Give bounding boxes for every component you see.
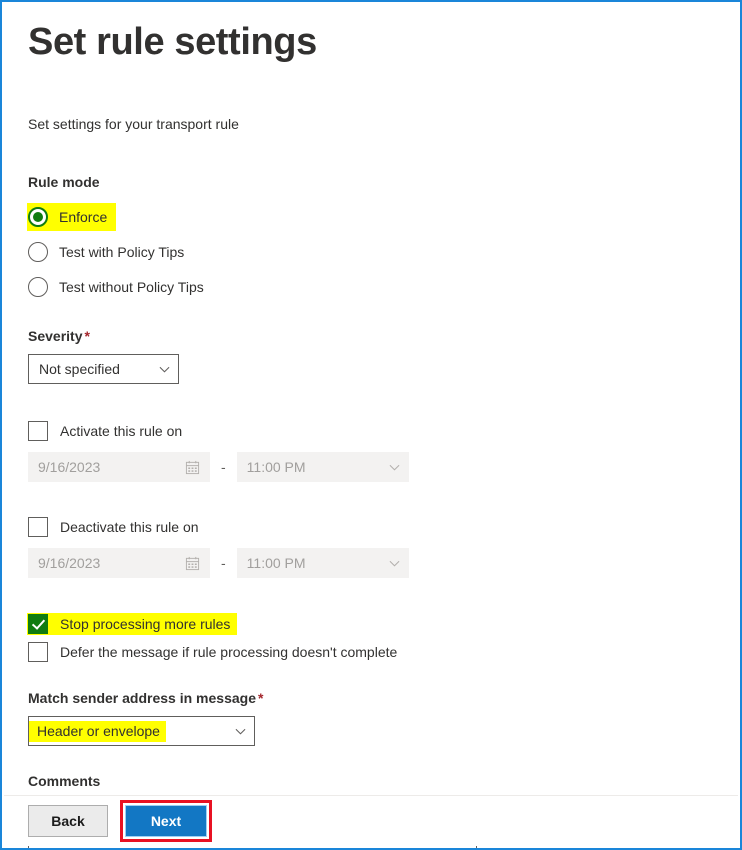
- next-button-annotation: Next: [120, 800, 212, 842]
- next-button[interactable]: Next: [125, 805, 207, 837]
- activate-separator: -: [221, 459, 226, 475]
- severity-label-text: Severity: [28, 328, 83, 344]
- activate-date-value: 9/16/2023: [38, 459, 101, 475]
- radio-icon-unselected: [28, 277, 48, 297]
- activate-time-value: 11:00 PM: [246, 459, 306, 475]
- severity-label: Severity *: [28, 327, 714, 345]
- severity-dropdown[interactable]: Not specified: [28, 354, 179, 384]
- match-sender-dropdown[interactable]: Header or envelope: [28, 716, 255, 746]
- deactivate-time-dropdown[interactable]: 11:00 PM: [236, 548, 409, 578]
- activate-time-dropdown[interactable]: 11:00 PM: [236, 452, 409, 482]
- calendar-icon: [185, 460, 200, 474]
- page-title: Set rule settings: [28, 21, 317, 63]
- deactivate-datetime-row: 9/16/2023 - 11:00 PM: [28, 548, 714, 578]
- deactivate-separator: -: [221, 555, 226, 571]
- checkbox-icon-unchecked: [28, 642, 48, 662]
- radio-icon-selected: [28, 207, 48, 227]
- defer-message-label: Defer the message if rule processing doe…: [60, 644, 398, 660]
- form-content: Set rule settings Set settings for your …: [2, 2, 740, 848]
- severity-value: Not specified: [39, 361, 120, 377]
- comments-label: Comments: [28, 773, 101, 789]
- radio-option-test-with-policy-tips[interactable]: Test with Policy Tips: [28, 239, 192, 265]
- footer-bar: Back Next: [4, 795, 738, 846]
- activate-datetime-row: 9/16/2023 - 11:00 PM: [28, 452, 714, 482]
- activate-rule-label: Activate this rule on: [60, 423, 183, 439]
- chevron-down-icon: [159, 366, 170, 373]
- deactivate-date-input[interactable]: 9/16/2023: [28, 548, 210, 578]
- radio-label-test-with-policy-tips: Test with Policy Tips: [59, 244, 185, 260]
- chevron-down-icon: [235, 728, 246, 735]
- radio-label-enforce: Enforce: [59, 209, 108, 225]
- page-subtitle: Set settings for your transport rule: [28, 116, 239, 132]
- match-sender-label: Match sender address in message *: [28, 689, 714, 707]
- deactivate-rule-label: Deactivate this rule on: [60, 519, 199, 535]
- deactivate-time-value: 11:00 PM: [246, 555, 306, 571]
- match-sender-value: Header or envelope: [29, 720, 166, 742]
- rule-settings-window: Set rule settings Set settings for your …: [0, 0, 742, 850]
- chevron-down-icon: [389, 560, 400, 567]
- required-asterisk: *: [84, 328, 90, 344]
- radio-option-test-without-policy-tips[interactable]: Test without Policy Tips: [28, 274, 212, 300]
- deactivate-date-value: 9/16/2023: [38, 555, 101, 571]
- back-button[interactable]: Back: [28, 805, 108, 837]
- activate-rule-checkbox-row[interactable]: Activate this rule on: [28, 421, 188, 441]
- defer-message-checkbox-row[interactable]: Defer the message if rule processing doe…: [28, 642, 403, 662]
- radio-icon-unselected: [28, 242, 48, 262]
- checkbox-icon-unchecked: [28, 517, 48, 537]
- calendar-icon: [185, 556, 200, 570]
- checkbox-icon-checked: [28, 614, 48, 634]
- required-asterisk: *: [258, 690, 264, 706]
- deactivate-rule-checkbox-row[interactable]: Deactivate this rule on: [28, 517, 205, 537]
- stop-processing-label: Stop processing more rules: [60, 616, 231, 632]
- rule-mode-label: Rule mode: [28, 174, 100, 190]
- radio-option-enforce[interactable]: Enforce: [28, 204, 116, 230]
- activate-date-input[interactable]: 9/16/2023: [28, 452, 210, 482]
- checkbox-icon-unchecked: [28, 421, 48, 441]
- chevron-down-icon: [389, 464, 400, 471]
- match-sender-label-text: Match sender address in message: [28, 690, 256, 706]
- radio-label-test-without-policy-tips: Test without Policy Tips: [59, 279, 204, 295]
- stop-processing-checkbox-row[interactable]: Stop processing more rules: [28, 614, 237, 634]
